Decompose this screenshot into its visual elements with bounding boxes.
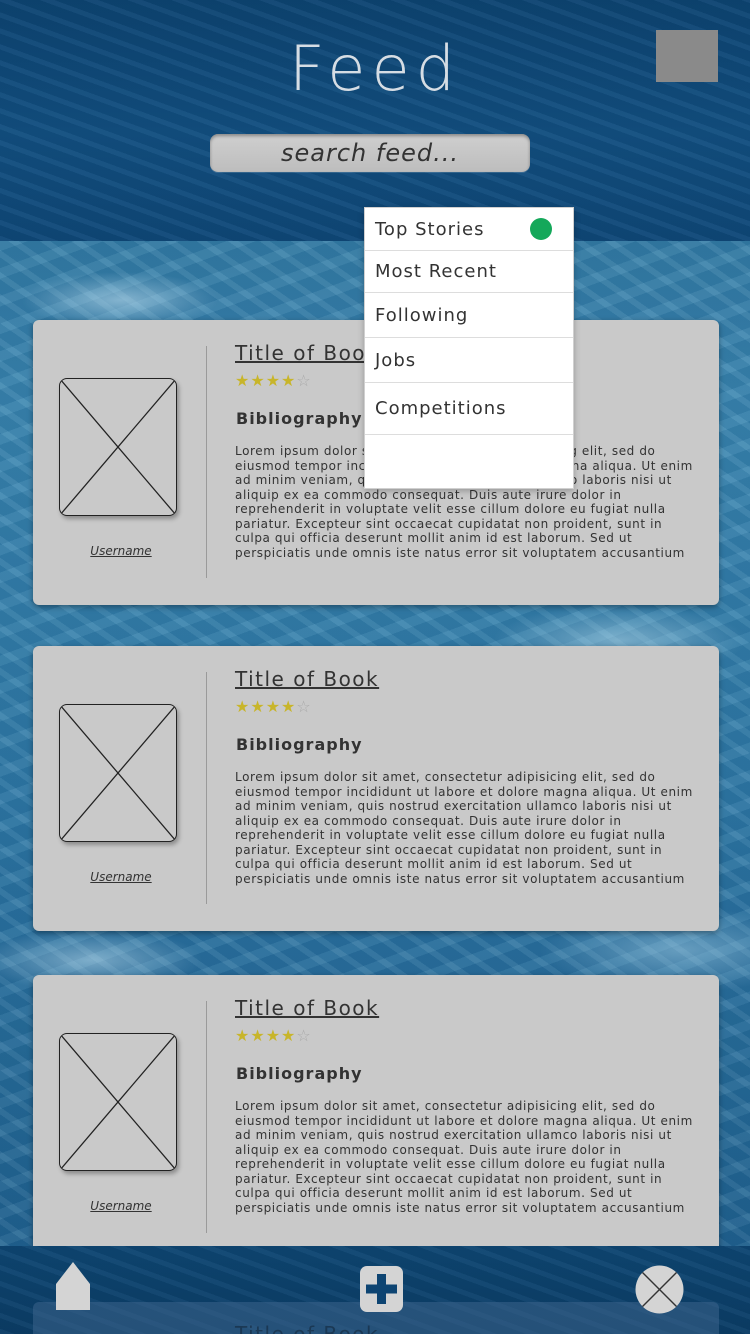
star-empty-icon: ☆ [296,1026,312,1045]
feed-filter-dropdown: Top Stories Most Recent Following Jobs C… [364,207,574,489]
image-placeholder-icon [60,705,176,841]
dropdown-item-following[interactable]: Following [365,293,573,338]
post-body: Lorem ipsum dolor sit amet, consectetur … [235,1099,693,1215]
home-icon[interactable] [56,1262,90,1310]
star-rating: ★★★★☆ [235,1026,312,1045]
section-heading: Bibliography [236,409,363,428]
book-cover-placeholder[interactable] [59,1033,177,1171]
divider [206,1001,207,1233]
username-link[interactable]: Username [53,870,189,884]
star-filled-icon: ★ [235,1026,251,1045]
dropdown-item-label: Competitions [375,398,507,419]
dropdown-item-label: Top Stories [375,218,485,240]
book-title[interactable]: Title of Book [235,341,379,365]
search-box[interactable] [210,134,530,172]
page-title: Feed [289,32,461,105]
feed-card[interactable]: Username Title of Book ★★★★☆ Bibliograph… [33,646,719,931]
add-icon[interactable] [360,1266,403,1312]
star-filled-icon: ★ [281,1026,297,1045]
book-title[interactable]: Title of Book [235,1322,379,1334]
book-cover-placeholder[interactable] [59,704,177,842]
post-body: Lorem ipsum dolor sit amet, consectetur … [235,770,693,886]
dropdown-item-empty[interactable] [365,435,573,489]
star-empty-icon: ☆ [296,371,312,390]
star-filled-icon: ★ [265,1026,282,1045]
star-filled-icon: ★ [235,371,251,390]
dropdown-item-label: Jobs [375,349,417,371]
star-filled-icon: ★ [250,697,266,716]
search-input[interactable] [210,134,530,172]
star-filled-icon: ★ [265,371,282,390]
selected-indicator-icon [530,218,552,240]
star-empty-icon: ☆ [296,697,312,716]
dropdown-item-jobs[interactable]: Jobs [365,338,573,383]
star-rating: ★★★★☆ [235,371,312,390]
dropdown-item-label: Following [375,304,469,326]
star-rating: ★★★★☆ [235,697,312,716]
divider [206,346,207,578]
header: Feed [0,0,750,241]
dropdown-item-label: Most Recent [375,261,497,282]
star-filled-icon: ★ [250,1026,266,1045]
star-filled-icon: ★ [250,371,266,390]
star-filled-icon: ★ [281,371,297,390]
image-placeholder-icon [60,1034,176,1170]
book-cover-placeholder[interactable] [59,378,177,516]
feed-card[interactable]: Username Title of Book ★★★★☆ Bibliograph… [33,975,719,1260]
star-filled-icon: ★ [265,697,282,716]
dropdown-item-competitions[interactable]: Competitions [365,383,573,435]
star-filled-icon: ★ [235,697,251,716]
book-title[interactable]: Title of Book [235,996,379,1020]
section-heading: Bibliography [236,1064,363,1083]
profile-icon[interactable] [635,1265,684,1314]
menu-button[interactable] [656,30,718,82]
dropdown-item-top-stories[interactable]: Top Stories [365,208,573,251]
image-placeholder-icon [60,379,176,515]
dropdown-item-most-recent[interactable]: Most Recent [365,251,573,293]
username-link[interactable]: Username [53,1199,189,1213]
book-title[interactable]: Title of Book [235,667,379,691]
star-filled-icon: ★ [281,697,297,716]
username-link[interactable]: Username [53,544,189,558]
divider [206,672,207,904]
section-heading: Bibliography [236,735,363,754]
